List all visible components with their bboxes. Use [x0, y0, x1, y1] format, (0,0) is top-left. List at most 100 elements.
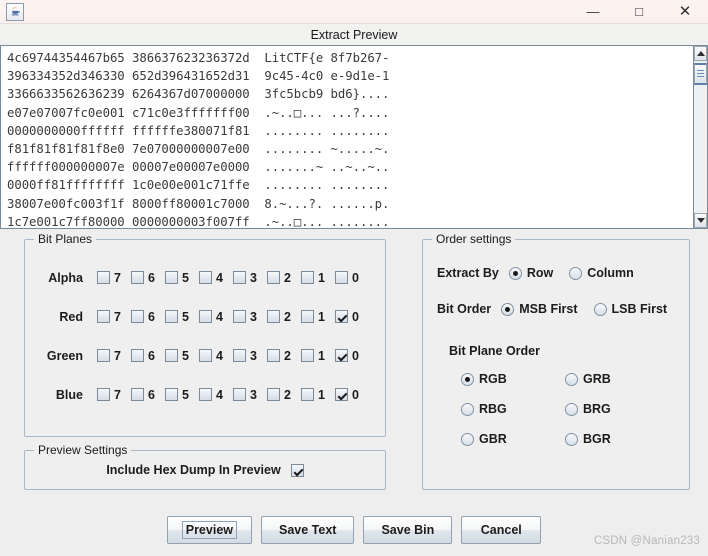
bit-plane-order-rbg[interactable]: RBG [461, 402, 565, 416]
checkbox-alpha-bit-2[interactable] [267, 271, 280, 284]
bit-plane-row-red: Red 7 6 5 4 3 2 1 0 [25, 297, 385, 336]
bit-plane-order-bgr[interactable]: BGR [565, 432, 669, 446]
bit-plane-checkbox-group: 7 6 5 4 3 2 1 0 [97, 310, 369, 324]
radio-button[interactable] [461, 432, 474, 446]
bit-plane-cell: 4 [199, 349, 233, 363]
radio-label: GBR [479, 432, 507, 446]
checkbox-green-bit-5[interactable] [165, 349, 178, 362]
checkbox-blue-bit-5[interactable] [165, 388, 178, 401]
checkbox-green-bit-1[interactable] [301, 349, 314, 362]
bit-index-label: 3 [250, 348, 257, 363]
bit-plane-cell: 5 [165, 271, 199, 285]
bit-plane-cell: 4 [199, 388, 233, 402]
checkbox-red-bit-6[interactable] [131, 310, 144, 323]
checkbox-blue-bit-4[interactable] [199, 388, 212, 401]
bit-index-label: 4 [216, 348, 223, 363]
radio-button[interactable] [565, 372, 578, 386]
scroll-down-arrow-icon[interactable] [694, 213, 707, 228]
bit-plane-order-brg[interactable]: BRG [565, 402, 669, 416]
bit-plane-cell: 1 [301, 349, 335, 363]
hex-dump-line: 0000000000ffffff ffffffe380071f81 ......… [7, 123, 390, 138]
scrollbar-track[interactable] [694, 61, 707, 213]
bit-order-msb-first[interactable]: MSB First [501, 302, 578, 316]
window-controls: — □ ✕ [570, 0, 708, 23]
radio-label: Row [526, 266, 554, 280]
bit-index-label: 2 [284, 270, 291, 285]
hex-dump-line: 4c69744354467b65 386637623236372d LitCTF… [7, 51, 390, 65]
checkbox-blue-bit-2[interactable] [267, 388, 280, 401]
bit-plane-order-gbr[interactable]: GBR [461, 432, 565, 446]
checkbox-blue-bit-3[interactable] [233, 388, 246, 401]
radio-button[interactable] [501, 302, 515, 316]
preview-button[interactable]: Preview [166, 516, 252, 544]
save-bin-button[interactable]: Save Bin [363, 516, 453, 544]
checkbox-alpha-bit-7[interactable] [97, 271, 110, 284]
bit-plane-row-alpha: Alpha 7 6 5 4 3 2 1 0 [25, 258, 385, 297]
java-coffee-cup-icon [6, 2, 24, 21]
checkbox-alpha-bit-6[interactable] [131, 271, 144, 284]
save-text-button[interactable]: Save Text [261, 516, 355, 544]
bit-index-label: 2 [284, 309, 291, 324]
close-button[interactable]: ✕ [662, 0, 708, 23]
checkbox-red-bit-4[interactable] [199, 310, 212, 323]
include-hex-dump-checkbox[interactable] [290, 463, 304, 477]
bit-plane-cell: 5 [165, 349, 199, 363]
checkbox-green-bit-4[interactable] [199, 349, 212, 362]
hex-dump-line: ffffff000000007e 00007e00007e0000 ......… [7, 160, 390, 175]
extract-preview-area: 4c69744354467b65 386637623236372d LitCTF… [0, 45, 708, 229]
bit-plane-cell: 0 [335, 310, 369, 324]
bit-index-label: 7 [114, 309, 121, 324]
radio-button[interactable] [565, 432, 578, 446]
cancel-button[interactable]: Cancel [461, 516, 542, 544]
checkbox-blue-bit-1[interactable] [301, 388, 314, 401]
checkbox-blue-bit-6[interactable] [131, 388, 144, 401]
checkbox-green-bit-2[interactable] [267, 349, 280, 362]
bit-plane-cell: 6 [131, 310, 165, 324]
checkbox-alpha-bit-0[interactable] [335, 271, 348, 284]
radio-label: BGR [583, 432, 611, 446]
bit-order-lsb-first[interactable]: LSB First [593, 302, 667, 316]
radio-button[interactable] [593, 302, 607, 316]
bit-plane-channel-label: Blue [55, 387, 83, 402]
scroll-up-arrow-icon[interactable] [694, 46, 707, 61]
button-label: Cancel [480, 523, 522, 537]
radio-button[interactable] [461, 402, 474, 416]
checkbox-alpha-bit-3[interactable] [233, 271, 246, 284]
hex-dump-line: 0000ff81ffffffff 1c0e00e001c71ffe ......… [7, 178, 390, 193]
scrollbar-thumb[interactable] [694, 63, 707, 85]
bit-plane-cell: 0 [335, 388, 369, 402]
radio-button[interactable] [461, 372, 474, 386]
checkbox-blue-bit-7[interactable] [97, 388, 110, 401]
checkbox-red-bit-1[interactable] [301, 310, 314, 323]
bit-plane-cell: 5 [165, 310, 199, 324]
hex-dump-textarea[interactable]: 4c69744354467b65 386637623236372d LitCTF… [0, 45, 693, 229]
radio-button[interactable] [508, 266, 522, 280]
checkbox-red-bit-7[interactable] [97, 310, 110, 323]
checkbox-green-bit-7[interactable] [97, 349, 110, 362]
checkbox-alpha-bit-5[interactable] [165, 271, 178, 284]
checkbox-green-bit-6[interactable] [131, 349, 144, 362]
button-label: Preview [181, 521, 237, 539]
checkbox-alpha-bit-4[interactable] [199, 271, 212, 284]
bit-plane-order-rgb[interactable]: RGB [461, 372, 565, 386]
extract-by-column[interactable]: Column [569, 266, 634, 280]
bit-index-label: 6 [148, 387, 155, 402]
checkbox-alpha-bit-1[interactable] [301, 271, 314, 284]
bit-plane-cell: 7 [97, 310, 131, 324]
minimize-button[interactable]: — [570, 0, 616, 23]
checkbox-red-bit-5[interactable] [165, 310, 178, 323]
checkbox-red-bit-2[interactable] [267, 310, 280, 323]
radio-button[interactable] [565, 402, 578, 416]
bit-order-label: Bit Order [437, 302, 492, 316]
maximize-button[interactable]: □ [616, 0, 662, 23]
checkbox-green-bit-3[interactable] [233, 349, 246, 362]
checkbox-red-bit-3[interactable] [233, 310, 246, 323]
order-settings-panel: Order settings Extract By Row Column Bit … [422, 232, 690, 490]
checkbox-red-bit-0[interactable] [335, 310, 348, 323]
checkbox-green-bit-0[interactable] [335, 349, 348, 362]
extract-by-row[interactable]: Row [508, 266, 554, 280]
radio-button[interactable] [569, 266, 583, 280]
preview-vertical-scrollbar[interactable] [693, 45, 708, 229]
bit-plane-order-grb[interactable]: GRB [565, 372, 669, 386]
checkbox-blue-bit-0[interactable] [335, 388, 348, 401]
